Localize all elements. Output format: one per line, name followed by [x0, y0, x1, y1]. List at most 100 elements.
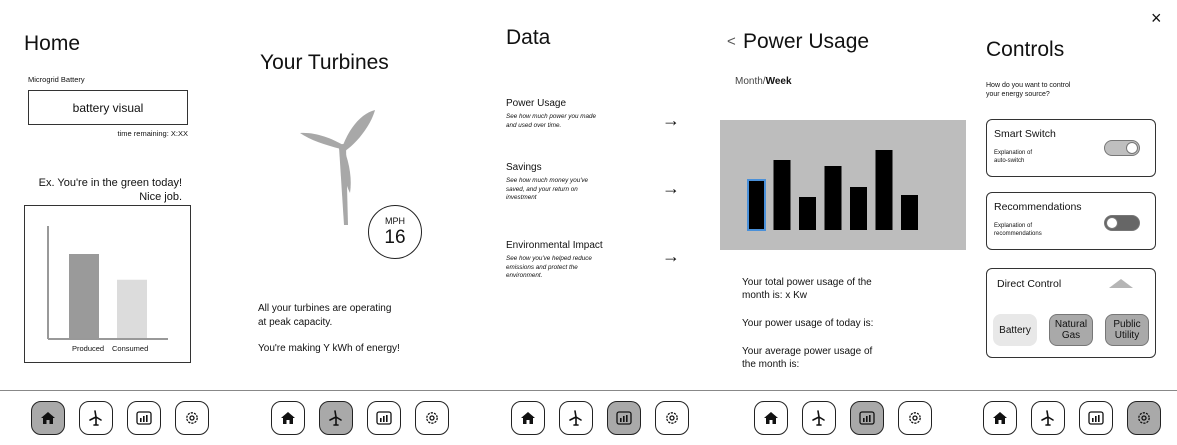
smart-switch-desc-line: auto-switch — [994, 158, 1025, 164]
bottom-nav — [0, 390, 240, 445]
nav-turbine-button[interactable] — [1030, 401, 1065, 435]
bottom-nav — [720, 390, 966, 445]
smart-switch-card: Smart Switch Explanation of auto-switch — [986, 119, 1156, 177]
status-message-line1: Ex. You're in the green today! — [38, 177, 182, 189]
page-title: Home — [24, 32, 81, 55]
bottom-nav — [966, 390, 1177, 445]
turbine-icon — [569, 410, 582, 426]
turbine-icon — [1040, 410, 1054, 426]
speed-value: 16 — [384, 227, 406, 248]
arrow-right-icon[interactable]: → — [662, 110, 680, 131]
nav-home-button[interactable] — [31, 401, 65, 435]
nav-data-button[interactable] — [367, 401, 401, 435]
data-item-desc: environment. — [506, 272, 543, 279]
smart-switch-title: Smart Switch — [994, 128, 1056, 140]
source-natural-gas-line2: Gas — [1061, 330, 1081, 341]
period-toggle[interactable]: Month/Week — [735, 76, 792, 87]
smart-switch-desc: Explanation of auto-switch — [994, 149, 1032, 165]
usage-bar-7[interactable] — [901, 195, 918, 230]
source-public-utility-button[interactable]: Public Utility — [1105, 314, 1149, 346]
source-public-utility-label: Public Utility — [1113, 319, 1140, 341]
nav-settings-button[interactable] — [1126, 401, 1161, 435]
smart-switch-toggle[interactable] — [1104, 140, 1140, 156]
turbine-icon — [812, 410, 825, 426]
smart-switch-desc-line: Explanation of — [994, 150, 1033, 156]
nav-data-button[interactable] — [607, 401, 641, 435]
source-natural-gas-label: Natural Gas — [1055, 319, 1087, 341]
nav-settings-button[interactable] — [655, 401, 689, 435]
tick-label-consumed: Consumed — [112, 344, 149, 353]
close-icon[interactable]: × — [1151, 8, 1162, 29]
arrow-right-icon[interactable]: → — [662, 246, 680, 267]
usage-bar-2[interactable] — [773, 160, 791, 230]
usage-bar-5[interactable] — [850, 187, 867, 230]
usage-bar-4[interactable] — [824, 166, 842, 230]
data-item-savings[interactable]: Savings See how much money you've saved,… — [506, 162, 706, 203]
period-week[interactable]: Week — [766, 76, 792, 87]
usage-chart — [720, 120, 966, 250]
data-item-title: Savings — [506, 162, 542, 173]
wind-speed-gauge: MPH 16 — [368, 205, 422, 259]
source-public-utility-line2: Utility — [1114, 330, 1140, 341]
page-title: Data — [506, 26, 551, 49]
period-month[interactable]: Month/ — [735, 76, 766, 87]
bottom-nav — [240, 390, 480, 445]
nav-turbine-button[interactable] — [79, 401, 113, 435]
usage-bar-6[interactable] — [875, 150, 893, 230]
chart-icon — [616, 411, 632, 425]
turbine-status-line2: at peak capacity. — [258, 317, 333, 328]
nav-data-button[interactable] — [127, 401, 161, 435]
status-message-line2: Nice job. — [139, 191, 182, 203]
recommendations-desc: Explanation of recommendations — [994, 222, 1042, 238]
source-battery-label: Battery — [999, 324, 1031, 336]
data-item-environmental-impact[interactable]: Environmental Impact See how you've help… — [506, 240, 706, 281]
gear-icon — [426, 412, 438, 424]
nav-home-button[interactable] — [982, 401, 1017, 435]
nav-home-button[interactable] — [271, 401, 305, 435]
energy-output: You're making Y kWh of energy! — [258, 343, 400, 354]
data-item-title: Power Usage — [506, 98, 567, 109]
nav-data-button[interactable] — [850, 401, 884, 435]
nav-settings-button[interactable] — [898, 401, 932, 435]
chart-icon — [859, 411, 875, 425]
turbine-icon — [329, 410, 342, 426]
source-battery-button[interactable]: Battery — [993, 314, 1037, 346]
nav-home-button[interactable] — [754, 401, 788, 435]
data-screen: Data Power Usage See how much power you … — [480, 0, 720, 445]
chart-icon — [136, 411, 152, 425]
home-screen: Home Microgrid Battery battery visual ti… — [0, 0, 240, 445]
turbine-icon — [89, 410, 102, 426]
nav-home-button[interactable] — [511, 401, 545, 435]
recommendations-card: Recommendations Explanation of recommend… — [986, 192, 1156, 250]
back-icon[interactable]: < — [727, 33, 736, 50]
nav-turbine-button[interactable] — [319, 401, 353, 435]
home-icon — [521, 412, 535, 424]
recommendations-toggle[interactable] — [1104, 215, 1140, 231]
nav-settings-button[interactable] — [415, 401, 449, 435]
direct-control-title: Direct Control — [997, 278, 1062, 290]
home-icon — [764, 412, 778, 424]
total-usage-line2: month is: x Kw — [742, 290, 808, 301]
source-natural-gas-line1: Natural — [1054, 319, 1088, 330]
power-usage-screen: < Power Usage Month/Week Your total powe… — [720, 0, 966, 445]
controls-question: How do you want to control your energy s… — [986, 81, 1070, 99]
energy-chart-svg — [47, 226, 168, 340]
controls-screen: × Controls How do you want to control yo… — [966, 0, 1177, 445]
nav-data-button[interactable] — [1078, 401, 1113, 435]
home-icon — [992, 412, 1007, 424]
page-title: Controls — [986, 38, 1065, 61]
nav-settings-button[interactable] — [175, 401, 209, 435]
home-icon — [41, 412, 55, 424]
gear-icon — [666, 412, 678, 424]
nav-turbine-button[interactable] — [559, 401, 593, 435]
arrow-right-icon[interactable]: → — [662, 178, 680, 199]
data-item-power-usage[interactable]: Power Usage See how much power you made … — [506, 98, 706, 130]
usage-bar-3[interactable] — [799, 197, 816, 230]
usage-bar-1[interactable] — [747, 179, 766, 231]
home-icon — [281, 412, 295, 424]
source-natural-gas-button[interactable]: Natural Gas — [1049, 314, 1093, 346]
turbine-status-line1: All your turbines are operating — [258, 303, 392, 314]
controls-question-line2: your energy source? — [986, 91, 1050, 98]
nav-turbine-button[interactable] — [802, 401, 836, 435]
chevron-up-icon[interactable] — [1109, 279, 1133, 288]
